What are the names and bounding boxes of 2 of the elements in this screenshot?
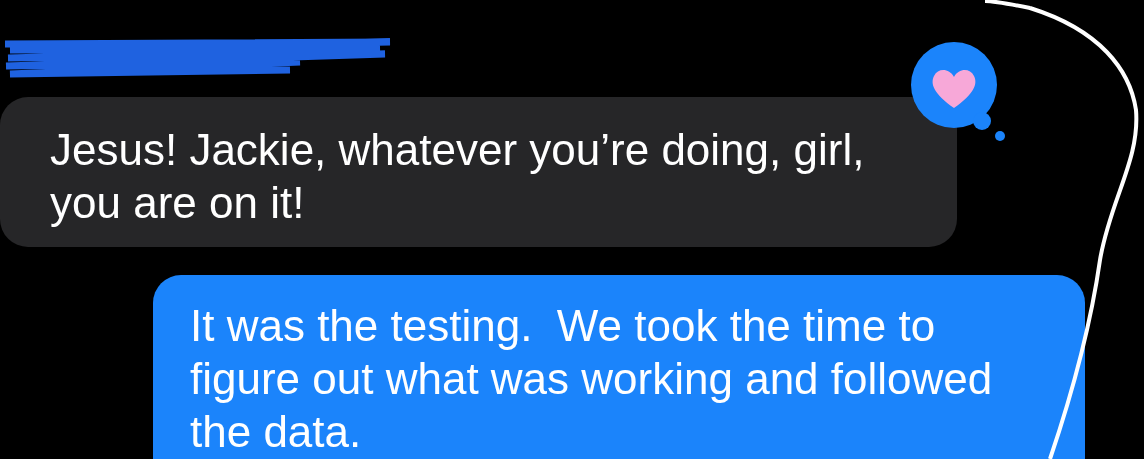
- received-message: Jesus! Jackie, whatever you’re doing, girl, you are on it!: [0, 97, 957, 247]
- sent-message: It was the testing. We took the time to figure out what was working and followed the data.: [153, 275, 1085, 459]
